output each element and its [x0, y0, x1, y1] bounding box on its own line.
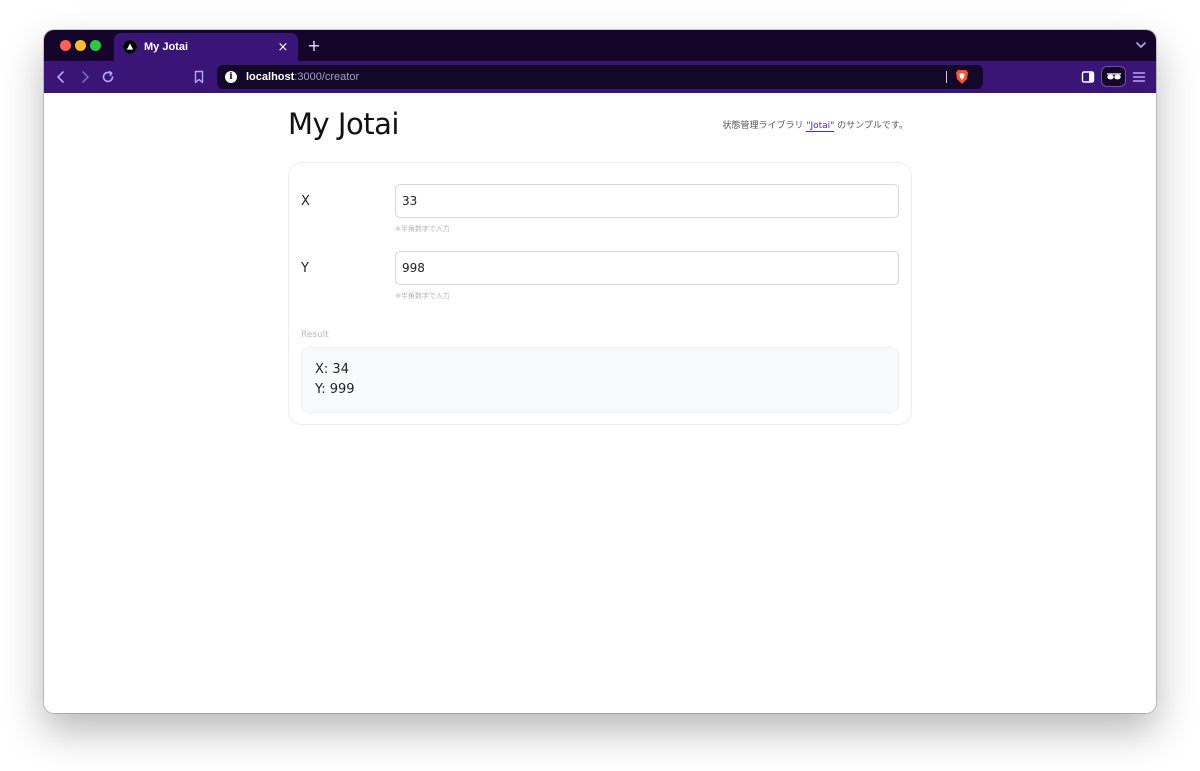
x-input[interactable]	[395, 184, 899, 218]
description-suffix: のサンプルです。	[834, 121, 908, 131]
url-path: :3000/creator	[294, 71, 360, 83]
tab-my-jotai[interactable]: My Jotai ×	[114, 33, 298, 61]
url-host: localhost	[246, 71, 295, 83]
reload-icon[interactable]	[100, 69, 116, 85]
back-icon[interactable]	[53, 69, 69, 85]
page-title: My Jotai	[288, 107, 399, 141]
sidebar-icon[interactable]	[1080, 69, 1096, 85]
jotai-link[interactable]: "Jotai"	[806, 121, 835, 132]
x-hint: ※半角数字で入力	[395, 225, 450, 233]
y-input[interactable]	[395, 251, 899, 285]
tab-title: My Jotai	[144, 41, 189, 53]
page-content: My Jotai 状態管理ライブラリ "Jotai" のサンプルです。 X ※半…	[44, 93, 1156, 713]
y-hint: ※半角数字で入力	[395, 292, 450, 300]
result-x: X: 34	[315, 362, 349, 377]
private-window-badge[interactable]	[1101, 66, 1126, 87]
new-tab-icon[interactable]: +	[306, 36, 322, 55]
navigation-toolbar: i localhost :3000/creator	[44, 61, 1156, 93]
triangle-favicon-icon	[123, 40, 137, 54]
result-y: Y: 999	[315, 382, 355, 397]
minimize-window-button[interactable]	[75, 40, 86, 51]
result-label: Result	[301, 330, 329, 340]
tab-strip: My Jotai × +	[44, 30, 1156, 61]
bookmark-icon[interactable]	[191, 69, 207, 85]
brave-shield-icon[interactable]	[955, 69, 969, 85]
menu-icon[interactable]	[1131, 69, 1147, 85]
tab-list-chevron-icon[interactable]	[1134, 38, 1148, 52]
x-label: X	[301, 194, 310, 209]
result-box: X: 34 Y: 999	[301, 347, 899, 413]
page-description: 状態管理ライブラリ "Jotai" のサンプルです。	[722, 118, 908, 132]
urlbar-divider	[946, 71, 947, 83]
tab-close-icon[interactable]: ×	[274, 40, 292, 55]
y-label: Y	[301, 261, 309, 276]
private-glasses-icon	[1107, 73, 1121, 80]
info-icon[interactable]: i	[225, 71, 237, 83]
maximize-window-button[interactable]	[90, 40, 101, 51]
description-prefix: 状態管理ライブラリ	[722, 121, 807, 131]
forward-icon[interactable]	[77, 69, 93, 85]
address-bar[interactable]: i localhost :3000/creator	[217, 65, 983, 89]
close-window-button[interactable]	[60, 40, 71, 51]
form-card: X ※半角数字で入力 Y ※半角数字で入力 Result X: 34 Y: 99…	[288, 162, 912, 425]
browser-window: My Jotai × + i localhost :3000/creator M…	[44, 30, 1156, 713]
